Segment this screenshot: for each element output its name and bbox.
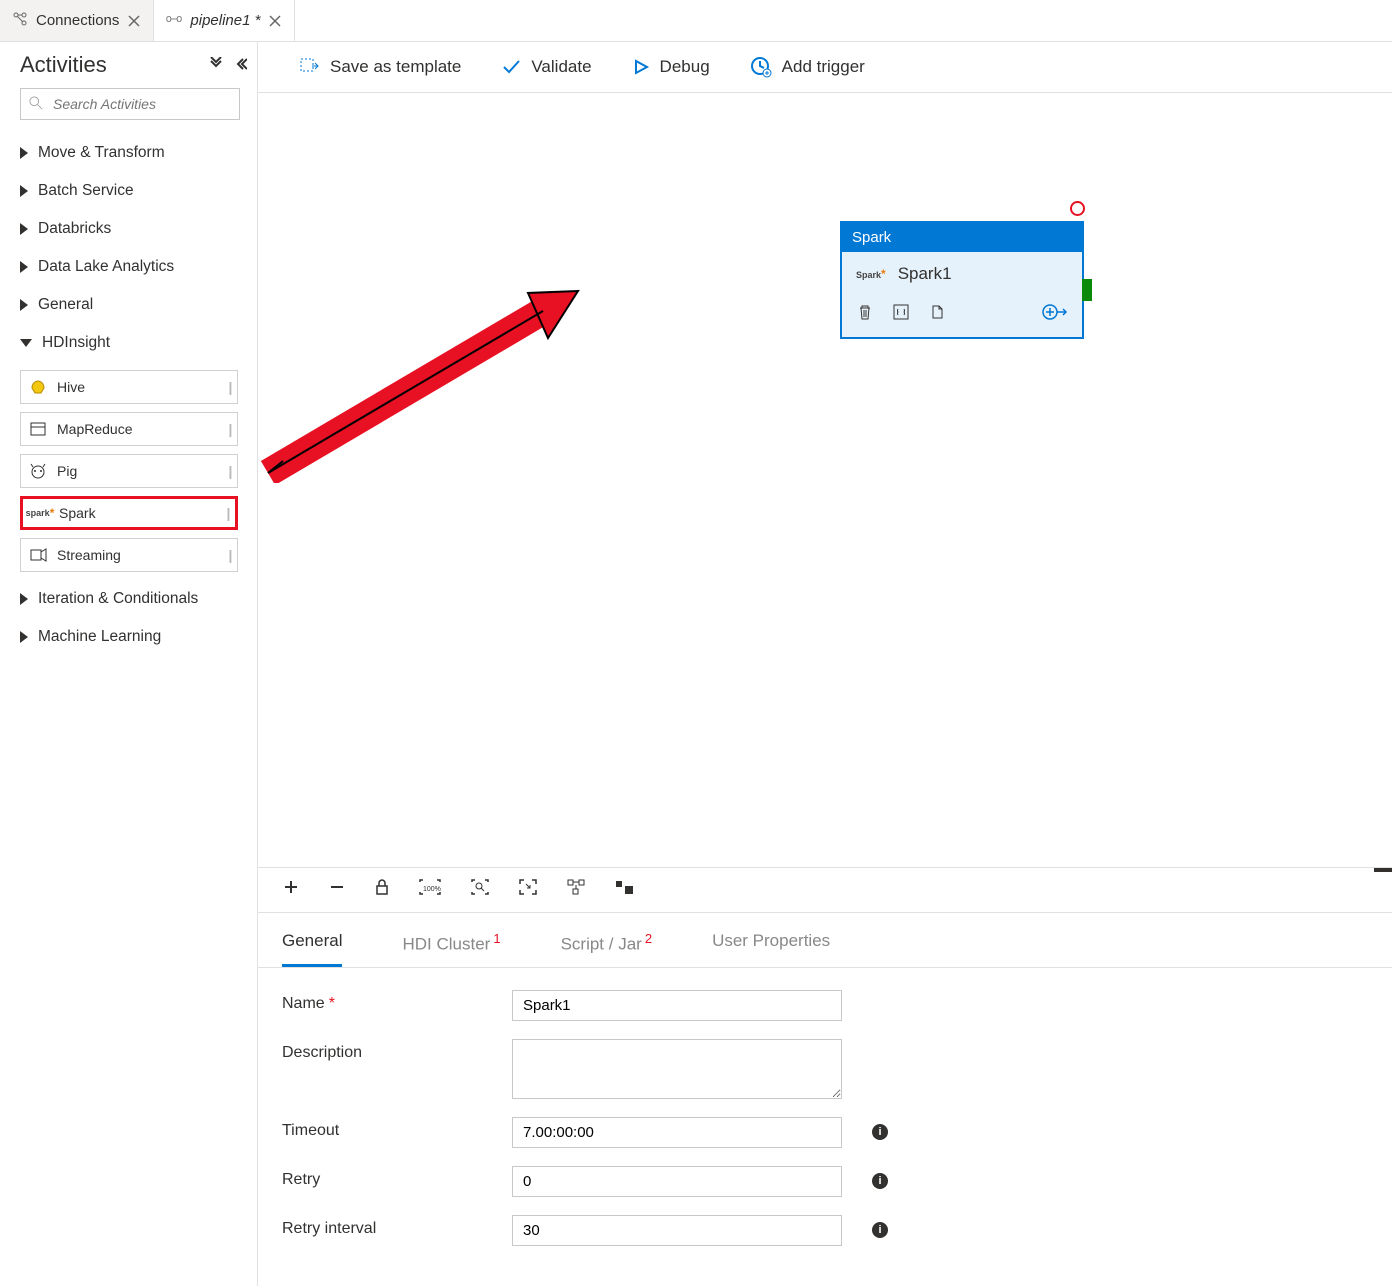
prop-tab-general[interactable]: General [282,931,342,967]
tab-connections-label: Connections [36,12,119,29]
pipeline-canvas[interactable]: Spark Spark Spark1 [258,93,1392,867]
activity-hive[interactable]: Hive ||| [20,370,238,404]
validate-button[interactable]: Validate [501,57,591,77]
category-general[interactable]: General [20,286,247,324]
expand-all-icon[interactable] [209,57,223,74]
tab-pipeline[interactable]: pipeline1 * [154,0,295,41]
activity-label: Spark [59,505,96,521]
description-input[interactable] [512,1039,842,1099]
activity-mapreduce[interactable]: MapReduce ||| [20,412,238,446]
pipeline-toolbar: Save as template Validate Debug Add trig… [258,42,1392,93]
pipeline-icon [166,11,182,31]
spark-icon: Spark [856,267,886,281]
activity-pig[interactable]: Pig ||| [20,454,238,488]
timeout-label: Timeout [282,1122,339,1139]
category-iteration-conditionals[interactable]: Iteration & Conditionals [20,580,247,618]
activity-streaming[interactable]: Streaming ||| [20,538,238,572]
node-output-connector[interactable] [1082,279,1092,301]
retry-input[interactable] [512,1166,842,1197]
close-icon[interactable] [127,14,141,28]
info-icon[interactable]: i [872,1173,888,1189]
category-hdinsight[interactable]: HDInsight [20,324,247,362]
pig-icon [29,462,47,480]
panel-collapse-handle[interactable] [1374,868,1392,872]
prop-tab-user-properties[interactable]: User Properties [712,931,830,967]
mapreduce-icon [29,420,47,438]
sidebar-title: Activities [20,52,107,78]
close-icon[interactable] [268,14,282,28]
drag-arrow-annotation [248,283,588,483]
description-label: Description [282,1044,362,1061]
prop-tab-script-jar[interactable]: Script / Jar2 [561,931,652,967]
main-area: Save as template Validate Debug Add trig… [258,42,1392,1286]
category-data-lake-analytics[interactable]: Data Lake Analytics [20,248,247,286]
activity-spark[interactable]: spark Spark ||| [20,496,238,530]
debug-button[interactable]: Debug [632,57,710,77]
node-name: Spark1 [898,264,952,284]
svg-text:100%: 100% [423,886,441,893]
hive-icon [29,378,47,396]
streaming-icon [29,546,47,564]
add-output-icon[interactable] [1042,302,1068,325]
info-icon[interactable]: i [872,1222,888,1238]
timeout-input[interactable] [512,1117,842,1148]
save-as-template-button[interactable]: Save as template [298,56,461,78]
zoom-in-icon[interactable] [282,878,300,902]
search-activities[interactable] [20,88,240,120]
category-batch-service[interactable]: Batch Service [20,172,247,210]
code-icon[interactable] [892,303,910,324]
fullscreen-icon[interactable] [518,878,538,902]
copy-icon[interactable] [928,303,946,324]
property-tabs: General HDI Cluster1 Script / Jar2 User … [258,913,1392,968]
delete-icon[interactable] [856,303,874,324]
name-label: Name [282,995,325,1012]
zoom-fit-icon[interactable] [470,878,490,902]
validation-error-indicator [1070,201,1085,216]
search-icon [29,96,43,113]
lock-icon[interactable] [374,878,390,902]
info-icon[interactable]: i [872,1124,888,1140]
search-input[interactable] [51,95,231,113]
add-trigger-button[interactable]: Add trigger [750,56,865,78]
tab-connections[interactable]: Connections [0,0,154,41]
category-move-transform[interactable]: Move & Transform [20,134,247,172]
toolbar-label: Add trigger [782,57,865,77]
toolbar-label: Save as template [330,57,461,77]
category-databricks[interactable]: Databricks [20,210,247,248]
autolayout-icon[interactable] [566,878,586,902]
activity-label: MapReduce [57,421,133,437]
property-form: Name* Description Timeout i Retry i Retr… [258,968,1392,1286]
connections-icon [12,11,28,31]
tab-pipeline-label: pipeline1 * [190,12,260,29]
zoom-out-icon[interactable] [328,878,346,902]
spark-icon: spark [31,504,49,522]
name-input[interactable] [512,990,842,1021]
node-type-label: Spark [842,223,1082,252]
activity-label: Pig [57,463,77,479]
zoom-100-icon[interactable]: 100% [418,878,442,902]
retry-interval-label: Retry interval [282,1220,376,1237]
spark-activity-node[interactable]: Spark Spark Spark1 [840,221,1084,339]
activity-label: Hive [57,379,85,395]
category-machine-learning[interactable]: Machine Learning [20,618,247,656]
canvas-zoom-toolbar: 100% [258,867,1392,913]
align-icon[interactable] [614,878,634,902]
retry-label: Retry [282,1171,320,1188]
prop-tab-hdi-cluster[interactable]: HDI Cluster1 [402,931,500,967]
toolbar-label: Validate [531,57,591,77]
tabs-bar: Connections pipeline1 * [0,0,1392,42]
activity-label: Streaming [57,547,121,563]
toolbar-label: Debug [660,57,710,77]
collapse-panel-icon[interactable] [233,57,247,74]
activities-sidebar: Activities Move & Transform Batch Servic… [0,42,258,1286]
retry-interval-input[interactable] [512,1215,842,1246]
